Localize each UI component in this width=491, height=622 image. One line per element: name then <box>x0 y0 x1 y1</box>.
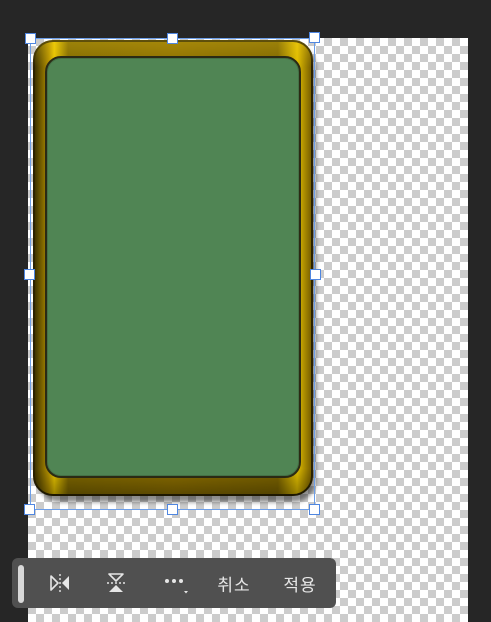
resize-handle-left[interactable] <box>24 269 35 280</box>
toolbar-drag-handle[interactable] <box>18 565 24 603</box>
flip-horizontal-button[interactable] <box>42 558 78 608</box>
resize-handle-bottom[interactable] <box>167 504 178 515</box>
flip-horizontal-icon <box>49 573 71 593</box>
resize-handle-bottom-right[interactable] <box>309 504 320 515</box>
transform-toolbar: 취소 적용 <box>12 558 336 608</box>
selection-bounding-box[interactable] <box>30 38 315 510</box>
resize-handle-right[interactable] <box>310 269 321 280</box>
resize-handle-bottom-left[interactable] <box>24 504 35 515</box>
cancel-button[interactable]: 취소 <box>208 558 260 608</box>
resize-handle-top-left[interactable] <box>25 33 36 44</box>
more-options-icon <box>160 570 188 596</box>
more-options-button[interactable] <box>154 558 194 608</box>
flip-vertical-icon <box>106 572 126 594</box>
flip-vertical-button[interactable] <box>98 558 134 608</box>
apply-button[interactable]: 적용 <box>274 558 326 608</box>
resize-handle-top[interactable] <box>167 33 178 44</box>
resize-handle-top-right[interactable] <box>309 32 320 43</box>
